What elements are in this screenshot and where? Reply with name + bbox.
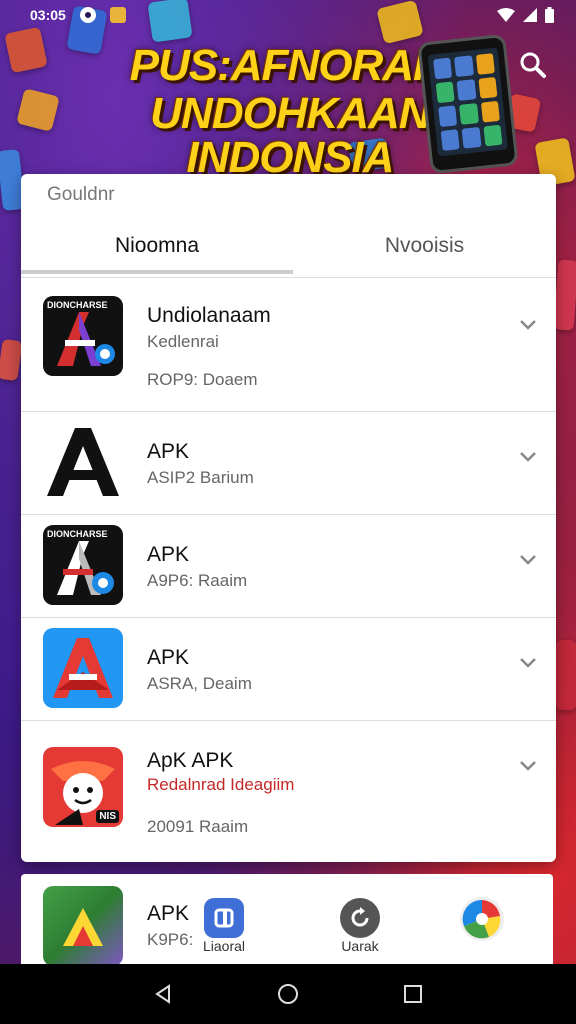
app-subtitle: Kedlenrai: [147, 332, 219, 351]
status-bar: 03:05: [0, 0, 576, 30]
app-meta: ROP9: Doaem: [147, 370, 258, 389]
refresh-icon: [340, 898, 380, 938]
recents-icon: [404, 985, 423, 1003]
battery-icon: [545, 7, 554, 23]
app-list-card: Gouldnr Nioomna Nvooisis DIONCHARSE Undi…: [21, 174, 556, 862]
chevron-down-icon[interactable]: [518, 755, 538, 775]
home-icon: [277, 984, 298, 1004]
phone-illustration: [417, 33, 519, 175]
app-meta: 20091 Raaim: [147, 817, 249, 836]
status-time: 03:05: [30, 7, 66, 23]
app-icon-green-triangle: [43, 886, 123, 964]
dock-item-uarak[interactable]: Uarak: [333, 896, 387, 962]
list-item[interactable]: DIONCHARSE Undiolanaam Kedlenrai ROP9: D…: [21, 278, 556, 412]
search-button[interactable]: [516, 48, 550, 82]
app-icon-blue-a: [43, 628, 123, 708]
tab-nvooisis[interactable]: Nvooisis: [293, 216, 556, 276]
bg-tile: [4, 26, 48, 74]
app-meta: ASIP2 Barium: [147, 468, 254, 487]
bg-tile: [556, 640, 576, 710]
app-meta: A9P6: Raaim: [147, 571, 248, 590]
app-meta: K9P6:: [147, 930, 194, 949]
list-item[interactable]: APK ASIP2 Barium: [21, 412, 556, 515]
app-name: ApK APK: [147, 749, 234, 772]
app-name: APK: [147, 543, 190, 566]
app-name: Undiolanaam: [147, 304, 271, 327]
chevron-down-icon[interactable]: [518, 652, 538, 672]
tab-nioomna[interactable]: Nioomna: [21, 216, 293, 276]
wifi-icon: [497, 8, 515, 22]
system-navigation-bar: [0, 964, 576, 1024]
search-icon: [520, 52, 546, 78]
app-name: APK: [147, 440, 190, 463]
app-name: APK: [147, 902, 190, 925]
signal-icon: [523, 8, 537, 22]
colorful-pinwheel-icon: [460, 897, 504, 941]
blue-app-icon: [204, 898, 244, 938]
app-icon-dark-a-badge: DIONCHARSE: [43, 525, 123, 605]
back-icon: [154, 984, 170, 1004]
tab-indicator: [21, 270, 293, 274]
back-button[interactable]: [143, 974, 183, 1014]
bg-tile: [0, 338, 23, 382]
dock-item-liaoral[interactable]: Liaoral: [199, 896, 249, 962]
dock-item-pinwheel[interactable]: [459, 896, 509, 946]
app-icon-black-a: [43, 424, 123, 504]
app-subtitle: Redalnrad Ideagiim: [147, 775, 295, 794]
bg-tile: [553, 259, 576, 331]
card-title: Gouldnr: [47, 184, 115, 205]
list-item[interactable]: APK ASRA, Deaim: [21, 618, 556, 721]
app-list: DIONCHARSE Undiolanaam Kedlenrai ROP9: D…: [21, 278, 556, 861]
chevron-down-icon[interactable]: [518, 314, 538, 334]
list-item[interactable]: NIS ApK APK Redalnrad Ideagiim 20091 Raa…: [21, 721, 556, 861]
home-button[interactable]: [268, 974, 308, 1014]
notification-icon: [79, 7, 96, 23]
chevron-down-icon[interactable]: [518, 446, 538, 466]
app-icon-cartoon-face: NIS: [43, 747, 123, 827]
bg-tile: [16, 88, 60, 132]
app-name: APK: [147, 646, 190, 669]
dock-label: Uarak: [341, 938, 379, 954]
dock-label: Liaoral: [202, 938, 246, 954]
list-item[interactable]: DIONCHARSE APK A9P6: Raaim: [21, 515, 556, 618]
tab-bar: Nioomna Nvooisis: [21, 216, 556, 278]
recents-button[interactable]: [393, 974, 433, 1014]
app-icon-dark-a-badge: DIONCHARSE: [43, 296, 123, 376]
bottom-app-row[interactable]: APK K9P6: Liaoral Uarak: [21, 874, 553, 964]
app-notification-icon: [109, 7, 126, 23]
chevron-down-icon[interactable]: [518, 549, 538, 569]
app-meta: ASRA, Deaim: [147, 674, 252, 693]
